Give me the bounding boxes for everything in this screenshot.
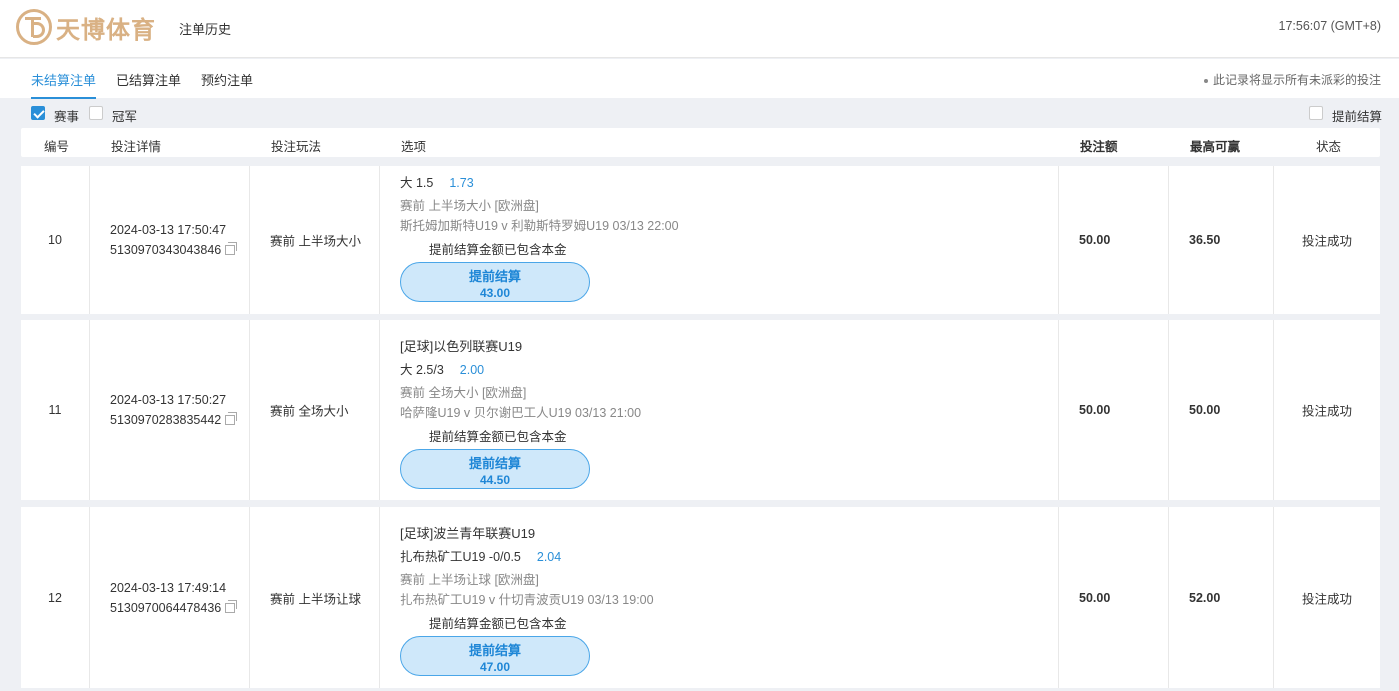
bet-number: 12 xyxy=(48,590,62,605)
col-detail: 投注详情 xyxy=(111,140,162,154)
col-maxwin: 最高可赢 xyxy=(1190,140,1241,154)
bet-market: 赛前 上半场大小 [欧洲盘] xyxy=(400,199,539,213)
bet-datetime: 2024-03-13 17:49:14 xyxy=(110,580,227,595)
col-option: 选项 xyxy=(401,140,427,154)
table-row: 12 2024-03-13 17:49:14 5130970064478436 … xyxy=(21,507,1380,688)
bet-stake: 50.00 xyxy=(1079,233,1111,247)
tab-reserved[interactable]: 预约注单 xyxy=(201,70,253,97)
bet-play: 赛前 全场大小 xyxy=(270,404,349,419)
bet-play: 赛前 上半场大小 xyxy=(270,234,361,249)
bet-match: 哈萨隆U19 v 贝尔谢巴工人U19 03/13 21:00 xyxy=(400,406,642,420)
bet-selection: 大 1.5 xyxy=(400,176,434,190)
filter-bar: 赛事 冠军 提前结算 xyxy=(0,98,1399,128)
event-checkbox[interactable] xyxy=(31,106,45,120)
bet-market: 赛前 全场大小 [欧洲盘] xyxy=(400,386,527,400)
page-title: 注单历史 xyxy=(179,22,232,37)
bet-maxwin: 52.00 xyxy=(1189,590,1221,605)
brand-logo[interactable]: 天博体育 xyxy=(16,9,156,45)
col-status: 状态 xyxy=(1316,140,1342,154)
outright-checkbox-label: 冠军 xyxy=(112,110,138,124)
bet-datetime: 2024-03-13 17:50:27 xyxy=(110,393,227,407)
tab-settled[interactable]: 已结算注单 xyxy=(116,70,181,97)
col-stake: 投注额 xyxy=(1080,140,1118,154)
cashout-button[interactable]: 提前结算 47.00 xyxy=(400,636,590,676)
bet-odds: 2.04 xyxy=(536,550,562,564)
cashout-note: 提前结算金额已包含本金 xyxy=(429,430,567,444)
bet-datetime: 2024-03-13 17:50:47 xyxy=(110,223,227,237)
bet-maxwin: 36.50 xyxy=(1189,233,1221,247)
cashout-note: 提前结算金额已包含本金 xyxy=(429,617,567,631)
bet-id: 5130970343043846 xyxy=(110,243,222,257)
bet-id: 5130970064478436 xyxy=(110,600,222,615)
cashout-filter-checkbox[interactable] xyxy=(1309,106,1323,120)
outright-checkbox[interactable] xyxy=(89,106,103,120)
table-header: 编号 投注详情 投注玩法 选项 投注额 最高可赢 状态 xyxy=(21,128,1380,157)
logo-text: 天博体育 xyxy=(56,16,156,44)
bet-odds: 2.00 xyxy=(459,363,485,377)
cashout-amount: 43.00 xyxy=(479,286,511,300)
table-row: 11 2024-03-13 17:50:27 5130970283835442 … xyxy=(21,320,1380,500)
clock: 17:56:07 (GMT+8) xyxy=(1278,19,1381,33)
bet-market: 赛前 上半场让球 [欧洲盘] xyxy=(400,573,539,587)
bet-number: 11 xyxy=(48,403,62,417)
cashout-filter-label: 提前结算 xyxy=(1332,110,1383,124)
bet-number: 10 xyxy=(48,233,62,247)
tabs-bar: 未结算注单 已结算注单 预约注单 此记录将显示所有未派彩的投注 xyxy=(0,59,1399,99)
cashout-button[interactable]: 提前结算 44.50 xyxy=(400,449,590,489)
bet-stake: 50.00 xyxy=(1079,590,1111,605)
bet-selection: 大 2.5/3 xyxy=(400,363,444,377)
col-play: 投注玩法 xyxy=(271,140,322,154)
bet-league: [足球]以色列联赛U19 xyxy=(400,339,523,354)
bet-match: 斯托姆加斯特U19 v 利勒斯特罗姆U19 03/13 22:00 xyxy=(400,219,679,233)
notice-text: 此记录将显示所有未派彩的投注 xyxy=(1203,71,1381,88)
table-row: 10 2024-03-13 17:50:47 5130970343043846 … xyxy=(21,166,1380,314)
bet-id: 5130970283835442 xyxy=(110,413,222,427)
bet-match: 扎布热矿工U19 v 什切青波贡U19 03/13 19:00 xyxy=(400,593,654,607)
bet-league: [足球]波兰青年联赛U19 xyxy=(400,526,536,541)
bet-play: 赛前 上半场让球 xyxy=(270,592,361,606)
tab-unsettled[interactable]: 未结算注单 xyxy=(31,70,97,99)
bullet-icon xyxy=(1203,78,1208,83)
cashout-amount: 44.50 xyxy=(479,473,511,487)
bet-stake: 50.00 xyxy=(1079,403,1111,417)
bet-status: 投注成功 xyxy=(1301,404,1352,419)
col-num: 编号 xyxy=(44,140,70,154)
cashout-note: 提前结算金额已包含本金 xyxy=(429,243,567,257)
logo-icon xyxy=(16,9,52,45)
cashout-amount: 47.00 xyxy=(479,660,511,674)
copy-icon[interactable] xyxy=(225,242,238,255)
bet-selection: 扎布热矿工U19 -0/0.5 xyxy=(400,550,521,564)
app-header: 天博体育 注单历史 17:56:07 (GMT+8) xyxy=(0,0,1399,58)
copy-icon[interactable] xyxy=(225,412,238,425)
bet-maxwin: 50.00 xyxy=(1189,403,1221,417)
copy-icon[interactable] xyxy=(225,599,238,613)
bet-status: 投注成功 xyxy=(1301,234,1352,249)
bet-odds: 1.73 xyxy=(449,176,474,190)
cashout-button[interactable]: 提前结算 43.00 xyxy=(400,262,590,302)
bet-status: 投注成功 xyxy=(1301,592,1352,606)
event-checkbox-label: 赛事 xyxy=(54,110,80,124)
